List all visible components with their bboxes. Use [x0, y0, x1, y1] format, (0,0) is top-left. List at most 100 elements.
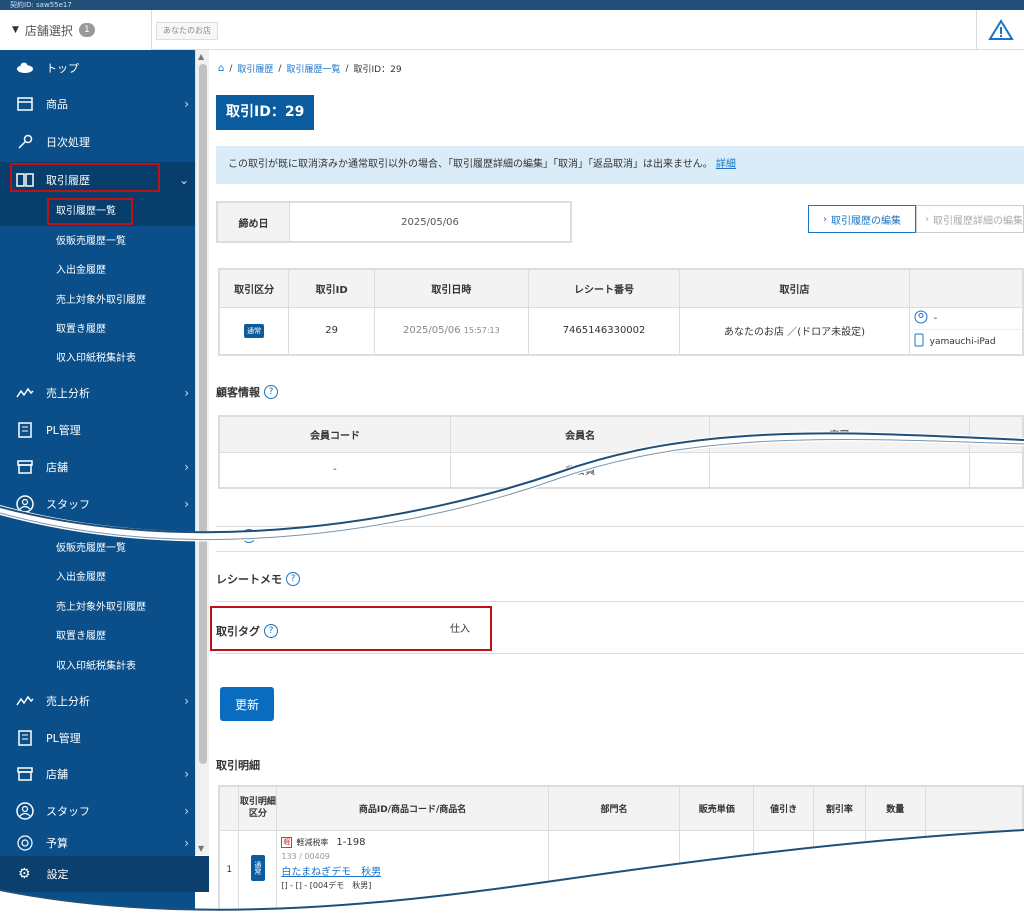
report-icon: [16, 421, 34, 439]
settings-button[interactable]: ⚙ 設定: [0, 856, 209, 892]
detail-section-title: 取引明細: [216, 759, 260, 772]
staff-name: -: [933, 312, 938, 324]
store-select-dropdown[interactable]: ▼ 店舗選択 1: [0, 10, 152, 50]
transaction-date: 2025/05/06: [402, 325, 461, 337]
sidebar-scrollbar[interactable]: ▲ ▼: [195, 50, 209, 855]
table-row: - 非会員: [218, 451, 1024, 489]
sub-item-transaction-list[interactable]: 取引履歴一覧: [0, 198, 195, 226]
sidebar-item-stores[interactable]: 店舗 ›: [0, 756, 195, 792]
sidebar-item-pl[interactable]: PL管理: [0, 720, 195, 756]
sidebar-item-sales-analysis[interactable]: 売上分析 ›: [0, 683, 195, 719]
row-number: 1: [218, 829, 240, 911]
sidebar-item-daily[interactable]: 日次処理: [0, 124, 195, 160]
transaction-table: 取引区分 取引ID 取引日時 レシート番号 取引店 通常 29 2025/05/…: [218, 268, 1024, 356]
key-icon: [16, 133, 34, 151]
sidebar-item-label: スタッフ: [46, 805, 90, 818]
sub-item-provisional[interactable]: 仮販売履歴一覧: [0, 535, 195, 563]
help-icon[interactable]: ?: [286, 572, 300, 586]
sub-item-non-sales[interactable]: 売上対象外取引履歴: [0, 287, 195, 315]
sidebar-item-label: 商品: [46, 98, 68, 111]
sidebar-item-staff[interactable]: スタッフ ›: [0, 793, 195, 829]
sidebar-item-label: PL管理: [46, 424, 81, 437]
top-bar: 契約ID: saw55e17 ▼ 店舗選択 1 あなたのお店: [0, 0, 1024, 50]
help-icon[interactable]: ?: [264, 624, 278, 638]
table-row: 1 通常 軽 軽減税率 1-198 133 / 00409 白たまねぎデモ 秋男…: [218, 829, 1024, 911]
sidebar-item-products[interactable]: 商品 ›: [0, 86, 195, 122]
detail-table: 取引明細区分 商品ID/商品コード/商品名 部門名 販売単価 値引き 割引率 数…: [218, 785, 1024, 911]
chevron-right-icon: ›: [184, 804, 189, 818]
report-icon: [16, 729, 34, 747]
update-button[interactable]: 更新: [220, 687, 274, 721]
chevron-right-icon: ›: [184, 836, 189, 850]
sidebar-item-sales-analysis[interactable]: 売上分析 ›: [0, 375, 195, 411]
tag-section-title: 取引タグ ?: [216, 623, 278, 639]
edit-detail-button[interactable]: › 取引履歴詳細の編集: [916, 205, 1024, 233]
col-header: 数量: [864, 785, 926, 831]
chevron-right-icon: ›: [184, 460, 189, 474]
customer-table: 会員コード 会員名 客層 - 非会員: [218, 415, 1024, 489]
product-id: 1-198: [336, 836, 366, 848]
edit-transaction-button[interactable]: › 取引履歴の編集: [808, 205, 916, 233]
sub-item-layaway[interactable]: 取置き履歴: [0, 316, 195, 344]
sub-item-provisional[interactable]: 仮販売履歴一覧: [0, 228, 195, 256]
main-content: ⌂ / 取引履歴 / 取引履歴一覧 / 取引ID：29 取引ID：29 この取引…: [210, 50, 1024, 919]
table-row: 通常 29 2025/05/06 15:57:13 7465146330002 …: [218, 306, 1024, 356]
home-icon[interactable]: ⌂: [218, 63, 224, 74]
settings-label: 設定: [46, 868, 69, 881]
sidebar-item-label: PL管理: [46, 732, 81, 745]
sidebar-item-budget[interactable]: 予算 ›: [0, 831, 195, 855]
product-name-link[interactable]: 白たまねぎデモ 秋男: [281, 863, 543, 878]
col-header: 取引ID: [288, 268, 376, 308]
chart-icon: [16, 692, 34, 710]
product-extra: [] - [] - [004デモ 秋男]: [281, 880, 372, 890]
breadcrumb-transaction-list[interactable]: 取引履歴一覧: [286, 62, 340, 75]
tablet-icon: [914, 333, 924, 350]
box-icon: [16, 95, 34, 113]
sub-item-cash[interactable]: 入出金履歴: [0, 564, 195, 592]
breadcrumb-current: 取引ID：29: [353, 65, 402, 75]
sidebar-item-label: 取引履歴: [46, 174, 90, 187]
sidebar-item-stores[interactable]: 店舗 ›: [0, 449, 195, 485]
col-header: 値引き: [753, 785, 814, 831]
sidebar-item-staff[interactable]: スタッフ ›: [0, 486, 195, 522]
chevron-right-icon: ›: [184, 497, 189, 511]
store-select-label: 店舗選択: [24, 23, 73, 38]
help-icon[interactable]: ?: [264, 385, 278, 399]
col-header: レシート番号: [527, 268, 681, 308]
transaction-time: 15:57:13: [463, 326, 500, 336]
sidebar-item-label: 店舗: [46, 768, 68, 781]
chart-icon: [16, 384, 34, 402]
col-header: 商品ID/商品コード/商品名: [276, 785, 549, 831]
warning-icon: [987, 19, 1014, 40]
sidebar-item-pl[interactable]: PL管理: [0, 412, 195, 448]
sub-item-stamp-tax[interactable]: 収入印紙税集計表: [0, 345, 195, 373]
breadcrumb: ⌂ / 取引履歴 / 取引履歴一覧 / 取引ID：29: [218, 62, 402, 75]
sub-item-non-sales[interactable]: 売上対象外取引履歴: [0, 594, 195, 622]
member-code: -: [218, 451, 451, 489]
sub-item-layaway[interactable]: 取置き履歴: [0, 623, 195, 651]
scroll-up-icon[interactable]: ▲: [198, 52, 204, 61]
warning-button[interactable]: [976, 10, 1024, 50]
current-store-name: あなたのお店: [156, 22, 218, 40]
tax-label: 軽減税率: [296, 837, 329, 847]
reduced-tax-icon: 軽: [281, 836, 293, 848]
tag-value[interactable]: 仕入: [450, 620, 470, 635]
chevron-right-icon: ›: [184, 767, 189, 781]
sub-item-cash[interactable]: 入出金履歴: [0, 257, 195, 285]
notice-detail-link[interactable]: 詳細: [716, 159, 736, 170]
col-header: 割引率: [813, 785, 866, 831]
sidebar-item-transactions[interactable]: 取引履歴 ⌄: [0, 162, 195, 198]
help-icon[interactable]: ?: [242, 529, 256, 543]
scroll-thumb[interactable]: [199, 64, 207, 764]
terminal-name: yamauchi-iPad: [929, 336, 996, 347]
sidebar-item-top[interactable]: トップ: [0, 50, 195, 86]
sub-item-stamp-tax[interactable]: 収入印紙税集計表: [0, 653, 195, 681]
col-header: 部門名: [547, 785, 681, 831]
sidebar-item-label: 予算: [46, 837, 68, 850]
type-badge: 通常: [250, 855, 265, 882]
scroll-down-icon[interactable]: ▼: [198, 844, 204, 853]
breadcrumb-transactions[interactable]: 取引履歴: [237, 62, 273, 75]
caret-down-icon: ▼: [12, 25, 19, 35]
contract-id: 契約ID: saw55e17: [0, 0, 1024, 10]
transaction-id: 29: [288, 306, 376, 356]
